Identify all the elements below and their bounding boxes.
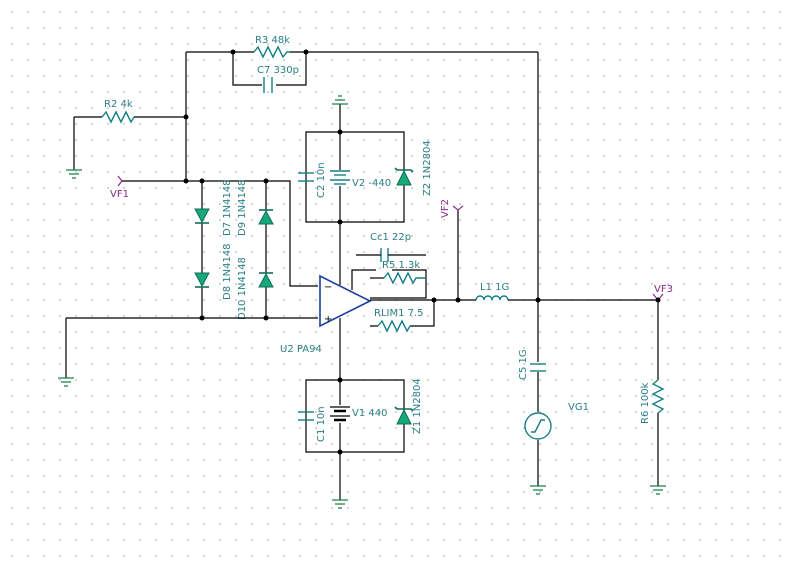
label-r5: R5 1.3k [382, 260, 420, 271]
label-l1: L1 1G [480, 282, 509, 293]
label-r3: R3 48k [255, 35, 290, 46]
label-vf2: VF2 [440, 199, 451, 218]
label-vf3: VF3 [654, 284, 673, 295]
resistor-rlim1[interactable] [377, 319, 411, 333]
label-c2: C2 10n [316, 162, 327, 198]
diode-d7[interactable] [258, 209, 274, 225]
opamp-plus-pin: + [324, 314, 332, 325]
resistor-r3[interactable] [253, 45, 290, 59]
opamp-minus-pin: − [324, 282, 332, 293]
capacitor-c7[interactable] [263, 77, 273, 93]
label-vf1: VF1 [110, 189, 129, 200]
label-d10: D10 1N4148 [237, 257, 248, 320]
ground-left [58, 377, 74, 387]
zener-z1[interactable] [394, 406, 414, 425]
inductor-l1[interactable] [475, 295, 509, 301]
probe-vf2[interactable] [452, 205, 464, 300]
diode-d10[interactable] [194, 272, 210, 288]
label-d7: D7 1N4148 [222, 179, 233, 236]
generator-vg1[interactable] [524, 412, 552, 440]
label-c5: C5 1G [518, 349, 529, 380]
label-v1: V1 440 [352, 408, 387, 419]
label-z1: Z1 1N2804 [412, 378, 423, 434]
ground-r6 [650, 485, 666, 495]
label-r2: R2 4k [104, 99, 133, 110]
battery-v2[interactable] [330, 170, 352, 186]
capacitor-c5[interactable] [530, 363, 546, 372]
label-r6: R6 100k [640, 382, 651, 424]
label-z2: Z2 1N2804 [422, 140, 433, 196]
diode-d8[interactable] [194, 208, 210, 224]
label-u2: U2 PA94 [280, 344, 322, 355]
ground-r2 [66, 169, 82, 179]
schematic: R3 48k C7 330p R2 4k VF1 D8 1N4148 D7 1N… [58, 35, 673, 509]
label-d9: D9 1N4148 [237, 179, 248, 236]
label-v2: V2 -440 [352, 178, 391, 189]
label-c7: C7 330p [257, 65, 299, 76]
resistor-r6[interactable] [651, 379, 665, 414]
ground-bottom [332, 499, 348, 509]
battery-v1[interactable] [330, 405, 352, 423]
ground-vg1 [530, 485, 546, 495]
probe-vf1[interactable] [117, 175, 186, 187]
label-cc1: Cc1 22p [370, 232, 411, 243]
resistor-r2[interactable] [101, 110, 135, 124]
resistor-r5[interactable] [383, 271, 426, 285]
ground-top [332, 95, 348, 105]
label-c1: C1 10n [316, 406, 327, 442]
label-d8: D8 1N4148 [222, 243, 233, 300]
label-vg1: VG1 [568, 402, 589, 413]
zener-z2[interactable] [394, 167, 414, 186]
diode-d9[interactable] [258, 272, 274, 288]
label-rlim1: RLIM1 7.5 [374, 308, 424, 319]
